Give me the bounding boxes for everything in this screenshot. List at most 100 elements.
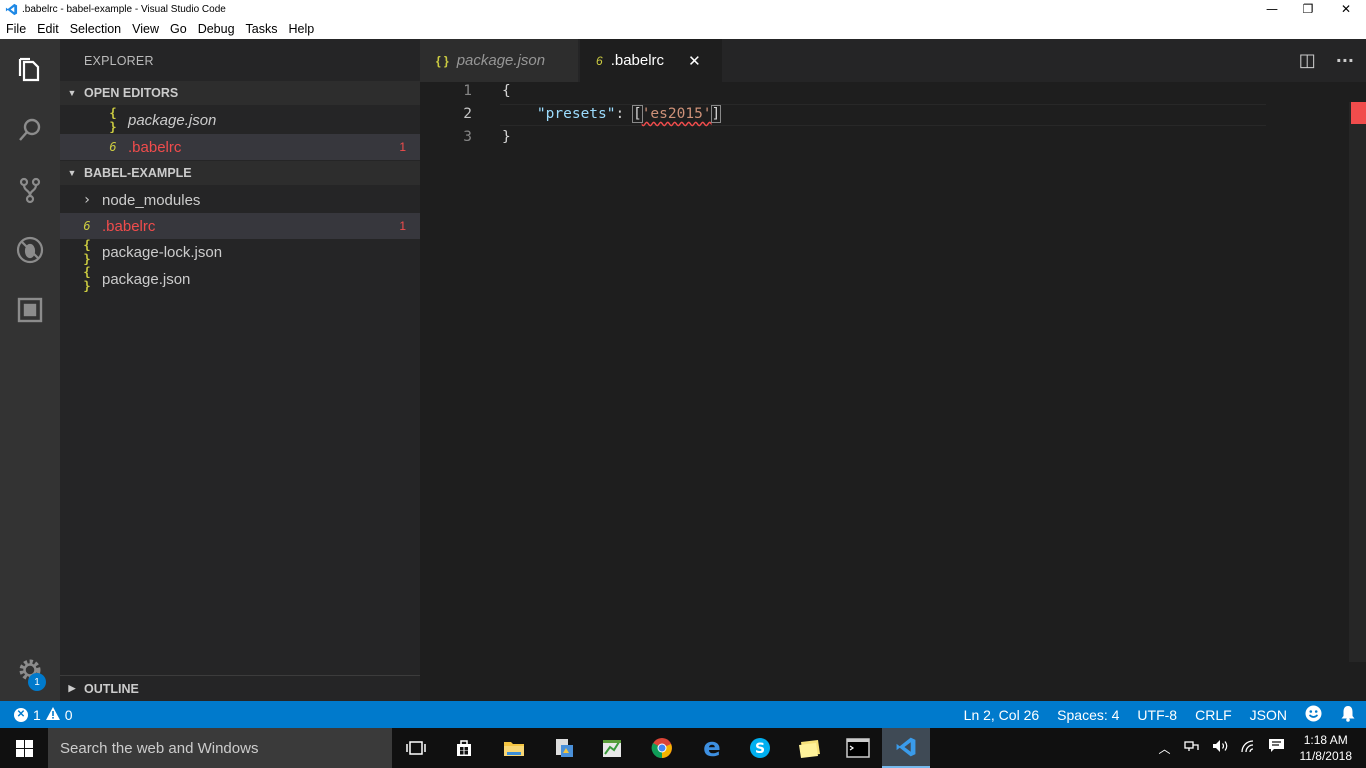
system-tray: ︿ 1:18 AM 11/8/2018 [1150,728,1366,768]
clock-time: 1:18 AM [1303,733,1348,747]
sidebar-title: EXPLORER [84,54,154,68]
windows-taskbar: Search the web and Windows e S ︿ 1:18 AM… [0,728,1366,768]
menu-edit[interactable]: Edit [31,22,64,36]
action-center-icon[interactable] [1268,738,1285,758]
vscode-taskbar-icon[interactable] [882,728,930,768]
outline-label: OUTLINE [84,681,139,696]
menu-tasks[interactable]: Tasks [240,22,283,36]
close-window-button[interactable]: ✕ [1328,0,1364,18]
restore-button[interactable]: ❐ [1290,0,1326,18]
edge-browser-icon[interactable]: e [688,728,736,768]
colon: : [615,106,633,122]
menu-debug[interactable]: Debug [192,22,240,36]
volume-icon[interactable] [1212,739,1230,758]
extensions-icon[interactable] [0,285,60,335]
status-bar-right: Ln 2, Col 26 Spaces: 4 UTF-8 CRLF JSON [946,701,1356,728]
project-folder-label: BABEL-EXAMPLE [84,166,192,180]
network-connections-icon[interactable] [1183,739,1202,758]
line-ending[interactable]: CRLF [1195,707,1232,723]
chart-app-icon[interactable] [588,728,636,768]
menu-go[interactable]: Go [164,22,192,36]
sticky-notes-app-icon[interactable] [786,728,834,768]
line-number: 2 [463,106,472,122]
tree-item-label: .babelrc [102,217,156,235]
feedback-smiley-icon[interactable] [1305,705,1322,725]
code-line-2: "presets": ['es2015'] [502,105,722,123]
babel-file-icon: 6 [83,219,91,233]
brace-open: { [502,83,511,99]
open-editor-item-babelrc[interactable]: 6 .babelrc 1 [60,134,420,160]
problems-indicator[interactable]: ✕ 1 0 [14,706,73,723]
indentation[interactable]: Spaces: 4 [1057,707,1119,723]
json-file-icon: { } [83,265,91,293]
store-app-icon[interactable] [440,728,488,768]
warning-count: 0 [64,706,73,723]
wifi-icon[interactable] [1240,739,1258,758]
open-editors-header[interactable]: ▼ OPEN EDITORS [60,81,420,105]
more-actions-icon[interactable]: ··· [1336,51,1354,70]
search-icon[interactable] [0,105,60,155]
language-mode[interactable]: JSON [1250,707,1287,723]
error-count: 1 [33,706,41,723]
error-overview-marker [1351,102,1366,124]
chevron-right-icon: ▶ [68,683,76,693]
encoding[interactable]: UTF-8 [1137,707,1177,723]
menu-bar: File Edit Selection View Go Debug Tasks … [0,18,1366,39]
project-folder-header[interactable]: ▼ BABEL-EXAMPLE [60,161,420,185]
line-number: 3 [463,129,472,145]
open-editor-label: package.json [128,111,217,129]
tree-item-package-lock-json[interactable]: { } package-lock.json [60,238,420,266]
tab-package-json[interactable]: { } package.json [420,39,578,82]
document-app-icon[interactable] [540,728,588,768]
problem-count: 1 [399,140,406,154]
tree-item-babelrc[interactable]: 6 .babelrc 1 [60,213,420,239]
task-view-icon[interactable] [392,728,440,768]
split-editor-icon[interactable]: ◫ [1299,50,1316,71]
warning-icon [45,706,60,723]
vertical-scrollbar[interactable] [1349,102,1366,662]
minimize-button[interactable]: — [1254,0,1290,18]
tree-item-label: package.json [102,270,191,288]
command-prompt-icon[interactable] [834,728,882,768]
settings-update-badge: 1 [28,673,46,691]
file-explorer-app-icon[interactable] [490,728,538,768]
taskbar-clock[interactable]: 1:18 AM 11/8/2018 [1300,732,1353,764]
taskbar-search-box[interactable]: Search the web and Windows [48,728,392,768]
outline-header[interactable]: ▶ OUTLINE [60,675,420,701]
menu-file[interactable]: File [0,22,31,36]
menu-view[interactable]: View [126,22,164,36]
code-editor[interactable]: 1 2 3 { "presets": ['es2015'] } [420,82,1366,701]
window-title: .babelrc - babel-example - Visual Studio… [22,3,226,15]
svg-text:S: S [755,741,765,757]
skype-app-icon[interactable]: S [736,728,784,768]
cursor-position[interactable]: Ln 2, Col 26 [964,707,1040,723]
tree-item-node-modules[interactable]: › node_modules [60,187,420,213]
notifications-bell-icon[interactable] [1340,705,1356,725]
status-bar: ✕ 1 0 Ln 2, Col 26 Spaces: 4 UTF-8 CRLF … [0,701,1366,728]
title-bar: .babelrc - babel-example - Visual Studio… [0,0,1366,18]
chrome-browser-icon[interactable] [638,728,686,768]
menu-help[interactable]: Help [283,22,320,36]
windows-start-icon[interactable] [0,728,48,768]
json-file-icon: { } [436,53,449,68]
tab-label: package.json [456,52,546,69]
close-tab-icon[interactable]: ✕ [688,52,701,70]
tree-item-label: package-lock.json [102,243,223,261]
open-editors-label: OPEN EDITORS [84,86,179,100]
debug-icon[interactable] [0,225,60,275]
explorer-icon[interactable] [0,45,60,95]
json-file-icon: { } [83,238,91,266]
tab-label: .babelrc [610,52,665,69]
source-control-icon[interactable] [0,165,60,215]
editor-tab-bar: { } package.json 6 .babelrc ✕ ◫ ··· [420,39,1366,82]
tab-babelrc[interactable]: 6 .babelrc ✕ [580,39,722,82]
clock-date: 11/8/2018 [1299,749,1353,763]
editor-actions: ◫ ··· [1299,39,1366,82]
tree-item-package-json[interactable]: { } package.json [60,265,420,293]
open-editor-label: .babelrc [128,138,182,156]
show-hidden-icons-chevron-icon[interactable]: ︿ [1158,740,1170,757]
tree-item-label: node_modules [102,191,201,209]
open-editor-item-package-json[interactable]: { } package.json [60,106,420,134]
menu-selection[interactable]: Selection [64,22,126,36]
chevron-down-icon: ▼ [67,168,77,178]
